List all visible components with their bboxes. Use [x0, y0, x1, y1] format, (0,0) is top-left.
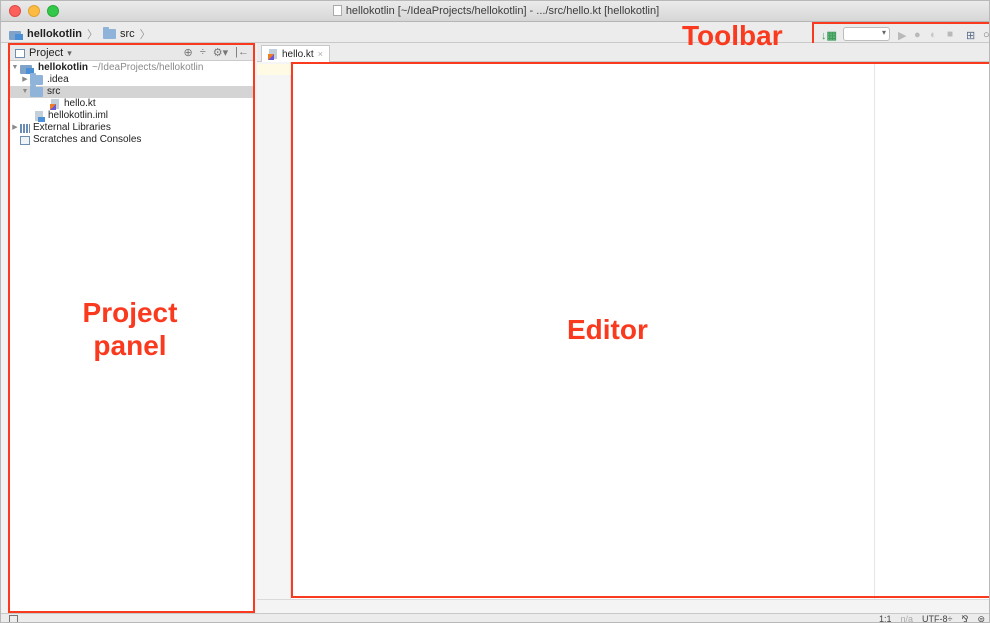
breadcrumb-folder[interactable]: src [120, 28, 135, 40]
module-icon [20, 63, 34, 74]
status-bar-widgets: 1:1 n/a UTF-8÷ ⅋ ⊜ [879, 614, 985, 622]
tree-item-src[interactable]: ▼ src [10, 85, 253, 98]
tab-hello-kt[interactable]: hello.kt × [261, 45, 330, 62]
file-encoding[interactable]: UTF-8÷ [922, 614, 952, 622]
tab-hello-kt-label: hello.kt [282, 48, 314, 60]
tree-item-root-path: ~/IdeaProjects/hellokotlin [92, 62, 204, 73]
ide-window: hellokotlin [~/IdeaProjects/hellokotlin]… [0, 0, 990, 623]
kotlin-file-icon [50, 98, 61, 110]
stop-icon[interactable]: ■ [947, 29, 953, 40]
build-icon[interactable]: ↓▦ [821, 29, 837, 42]
run-config-dropdown[interactable]: ▾ [843, 27, 890, 41]
tree-item-iml-label: hellokotlin.iml [48, 110, 109, 121]
project-panel-tools: ⊕ ÷ ⚙▾ |← [183, 46, 249, 59]
module-file-icon [34, 110, 45, 122]
library-icon [20, 123, 30, 133]
project-tree: ▼ hellokotlin ~/IdeaProjects/hellokotlin… [10, 62, 253, 146]
collapse-all-icon[interactable]: ÷ [200, 46, 206, 59]
lock-icon[interactable]: ⅋ [961, 614, 968, 622]
toolbar-annotation: Toolbar [682, 20, 783, 51]
gear-icon[interactable]: ⚙▾ [213, 46, 228, 59]
project-panel-annotation: Project panel [41, 296, 219, 362]
editor-annotation: Editor [567, 314, 648, 345]
project-view-selector[interactable]: Project ▾ [15, 47, 72, 59]
breadcrumb-separator: 〉 [87, 29, 98, 41]
tree-item-external-libraries-label: External Libraries [33, 122, 111, 133]
close-tab-icon[interactable]: × [318, 49, 323, 59]
folder-icon [30, 73, 43, 85]
project-panel-annotation-line1: Project [82, 297, 178, 328]
run-icon[interactable]: ▶ [898, 29, 906, 42]
debug-icon[interactable]: ● [914, 29, 921, 41]
project-view-icon [15, 48, 25, 58]
source-folder-icon [30, 85, 43, 97]
breadcrumb-project[interactable]: hellokotlin [27, 28, 82, 40]
folder-icon [103, 27, 116, 39]
project-view-label: Project [29, 47, 64, 59]
project-icon [9, 29, 23, 40]
project-panel-header: Project ▾ ⊕ ÷ ⚙▾ |← [10, 45, 253, 61]
horizontal-scrollbar[interactable] [257, 599, 989, 613]
tree-item-root-label: hellokotlin [38, 62, 88, 73]
tree-item-src-label: src [47, 86, 61, 97]
collapsed-arrow-icon[interactable]: ▶ [20, 74, 30, 86]
expanded-arrow-icon[interactable]: ▼ [20, 86, 30, 98]
tree-item-external-libraries[interactable]: ▶ External Libraries [10, 122, 253, 134]
breadcrumb: hellokotlin 〉 src 〉 [9, 26, 156, 42]
project-panel-annotation-line2: panel [93, 330, 167, 362]
breadcrumb-separator: 〉 [139, 29, 151, 41]
line-separator[interactable]: n/a [900, 614, 913, 622]
document-icon [332, 5, 342, 16]
scroll-from-source-icon[interactable]: ⊕ [183, 46, 192, 59]
chevron-down-icon: ▾ [881, 28, 886, 37]
tree-item-scratches[interactable]: Scratches and Consoles [10, 134, 253, 146]
tree-item-scratches-label: Scratches and Consoles [33, 134, 142, 145]
coverage-icon[interactable]: ◐ [930, 29, 937, 41]
hide-panel-icon[interactable]: |← [235, 46, 249, 59]
kotlin-file-icon [268, 48, 279, 60]
inspector-icon[interactable]: ⊜ [977, 614, 985, 622]
search-icon[interactable]: ○ [983, 29, 989, 41]
scratches-icon [20, 135, 30, 145]
tree-item-idea-label: .idea [47, 74, 69, 85]
project-structure-icon[interactable]: ⊞ [966, 29, 975, 42]
tree-item-root[interactable]: ▼ hellokotlin ~/IdeaProjects/hellokotlin [10, 62, 253, 74]
collapsed-arrow-icon[interactable]: ▶ [10, 122, 20, 134]
editor-tab-bar: hello.kt × [257, 43, 989, 62]
window-title: hellokotlin [~/IdeaProjects/hellokotlin]… [1, 5, 989, 17]
expanded-arrow-icon[interactable]: ▼ [10, 62, 20, 74]
tree-item-idea[interactable]: ▶ .idea [10, 73, 253, 86]
tree-item-iml[interactable]: hellokotlin.iml [10, 110, 253, 122]
tree-item-hello-kt[interactable]: hello.kt [10, 98, 253, 110]
caret-position[interactable]: 1:1 [879, 614, 892, 622]
window-title-text: hellokotlin [~/IdeaProjects/hellokotlin]… [345, 5, 660, 17]
title-bar: hellokotlin [~/IdeaProjects/hellokotlin]… [1, 1, 989, 22]
current-line-highlight [257, 64, 291, 75]
tree-item-hello-kt-label: hello.kt [64, 98, 96, 109]
chevron-down-icon: ▾ [67, 47, 72, 58]
status-bar: 1:1 n/a UTF-8÷ ⅋ ⊜ [1, 613, 989, 622]
editor-gutter [257, 62, 291, 613]
tool-window-toggle-icon[interactable] [9, 615, 18, 622]
